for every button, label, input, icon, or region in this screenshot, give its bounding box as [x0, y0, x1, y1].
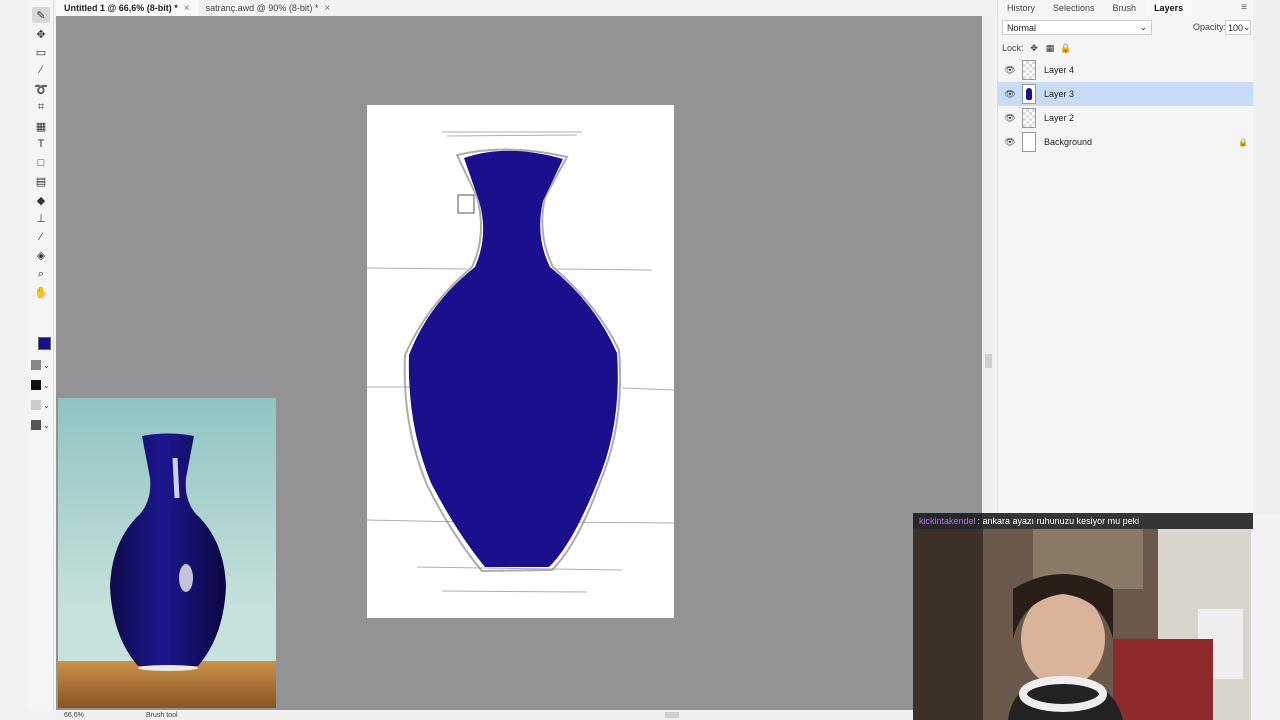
brush-icon[interactable]: ✎: [32, 7, 50, 23]
layer-thumbnail: [1022, 108, 1036, 128]
document-canvas[interactable]: [366, 105, 675, 618]
lasso-icon[interactable]: ➰: [32, 81, 50, 97]
foreground-color-swatch[interactable]: [38, 337, 51, 350]
tab-brush[interactable]: Brush: [1104, 0, 1146, 16]
layers-panel: History Selections Brush Layers ≡ Normal…: [997, 0, 1254, 515]
blend-mode-value: Normal: [1007, 22, 1037, 33]
magic-wand-icon[interactable]: ⁄: [32, 62, 50, 78]
layer-name: Layer 2: [1044, 113, 1075, 123]
document-tabs: Untitled 1 @ 66,6% (8-bit) * × satranç.a…: [56, 0, 982, 16]
opacity-input[interactable]: 100 ⌄: [1225, 20, 1251, 35]
chevron-down-icon: ⌄: [43, 380, 50, 390]
tab-label: Untitled 1 @ 66,6% (8-bit) *: [64, 3, 178, 13]
chevron-down-icon: ⌄: [1243, 22, 1251, 32]
shape-icon[interactable]: □: [32, 155, 50, 171]
lock-icon: 🔒: [1238, 137, 1248, 147]
horizontal-scroll-thumb[interactable]: [665, 712, 679, 718]
opacity-label: Opacity:: [1193, 22, 1227, 32]
webcam-overlay: [913, 529, 1251, 720]
lock-pixels-icon[interactable]: ▦: [1045, 43, 1056, 54]
tab-untitled-1[interactable]: Untitled 1 @ 66,6% (8-bit) * ×: [56, 0, 198, 16]
panel-tabs: History Selections Brush Layers: [998, 0, 1253, 16]
panel-gutter: [1253, 0, 1280, 515]
blend-mode-select[interactable]: Normal ⌄: [1002, 20, 1152, 35]
layer-thumbnail: [1022, 60, 1036, 80]
reference-photo: [58, 398, 276, 708]
layer-row[interactable]: 👁 Layer 2: [998, 106, 1254, 130]
slice-icon[interactable]: ▦: [32, 118, 50, 134]
chat-overlay: kickintakendel : ankara ayazı ruhunuzu k…: [913, 513, 1253, 529]
layers-list: 👁 Layer 4 👁 Layer 3 👁 Layer 2 👁 Backgrou…: [998, 58, 1254, 154]
text-icon[interactable]: T: [32, 136, 50, 152]
opacity-value: 100: [1228, 22, 1244, 33]
visibility-eye-icon[interactable]: 👁: [998, 65, 1022, 76]
app-window: Untitled 1 @ 66,6% (8-bit) * × satranç.a…: [0, 0, 1280, 720]
layer-row[interactable]: 👁 Background 🔒: [998, 130, 1254, 154]
move-icon[interactable]: ✥: [32, 26, 50, 42]
tab-satranc[interactable]: satranç.awd @ 90% (8-bit) * ×: [198, 0, 339, 16]
vase-drawing: [366, 131, 675, 593]
zoom-icon[interactable]: ⌕: [32, 266, 50, 282]
layer-name: Background: [1044, 137, 1093, 147]
chat-message: : ankara ayazı ruhunuzu kesiyor mu peki: [977, 516, 1140, 526]
lock-label: Lock:: [1002, 43, 1024, 53]
tab-label: satranç.awd @ 90% (8-bit) *: [205, 3, 319, 13]
chevron-down-icon: ⌄: [1139, 22, 1147, 32]
close-icon[interactable]: ×: [324, 3, 330, 14]
tab-layers[interactable]: Layers: [1145, 0, 1193, 16]
stamp-icon[interactable]: ⊥: [32, 210, 50, 226]
eraser-icon[interactable]: ◆: [32, 192, 50, 208]
lock-row: Lock: ✥ ▦ 🔒: [1002, 42, 1072, 54]
chevron-down-icon: ⌄: [43, 420, 50, 430]
layer-row[interactable]: 👁 Layer 3: [998, 82, 1254, 106]
scroll-thumb[interactable]: [985, 354, 992, 368]
layer-name: Layer 3: [1044, 89, 1075, 99]
chevron-down-icon: ⌄: [43, 360, 50, 370]
marquee-icon[interactable]: ▭: [32, 44, 50, 60]
visibility-eye-icon[interactable]: 👁: [998, 113, 1022, 124]
pattern-control[interactable]: ⌄: [31, 399, 53, 411]
vase-shape: [408, 150, 618, 567]
crop-icon[interactable]: ⌗: [32, 99, 50, 115]
current-tool-label: Brush tool: [146, 711, 178, 719]
close-icon[interactable]: ×: [184, 3, 190, 14]
color-mode-control[interactable]: ⌄: [31, 379, 53, 391]
visibility-eye-icon[interactable]: 👁: [998, 137, 1022, 148]
status-bar: 66,6% Brush tool: [56, 710, 982, 720]
lock-position-icon[interactable]: ✥: [1029, 43, 1040, 54]
hand-icon[interactable]: ✋: [32, 284, 50, 300]
panel-menu-icon[interactable]: ≡: [1241, 2, 1247, 13]
layer-thumbnail: [1022, 132, 1036, 152]
mask-control[interactable]: ⌄: [31, 419, 53, 431]
chat-username: kickintakendel: [919, 516, 976, 526]
tool-bar: ✎ ✥ ▭ ⁄ ➰ ⌗ ▦ T □ ▤ ◆ ⊥ ⁄ ◈ ⌕ ✋: [28, 0, 54, 710]
layer-thumbnail: [1022, 84, 1036, 104]
bucket-icon[interactable]: ◈: [32, 247, 50, 263]
gradient-icon[interactable]: ▤: [32, 173, 50, 189]
brush-preset-control[interactable]: ⌄: [31, 359, 53, 371]
layer-row[interactable]: 👁 Layer 4: [998, 58, 1254, 82]
tab-selections[interactable]: Selections: [1044, 0, 1104, 16]
tab-history[interactable]: History: [998, 0, 1044, 16]
layer-name: Layer 4: [1044, 65, 1075, 75]
visibility-eye-icon[interactable]: 👁: [998, 89, 1022, 100]
zoom-level: 66,6%: [64, 711, 84, 719]
eyedropper-icon[interactable]: ⁄: [32, 229, 50, 245]
lock-all-icon[interactable]: 🔒: [1060, 43, 1071, 54]
chevron-down-icon: ⌄: [43, 400, 50, 410]
